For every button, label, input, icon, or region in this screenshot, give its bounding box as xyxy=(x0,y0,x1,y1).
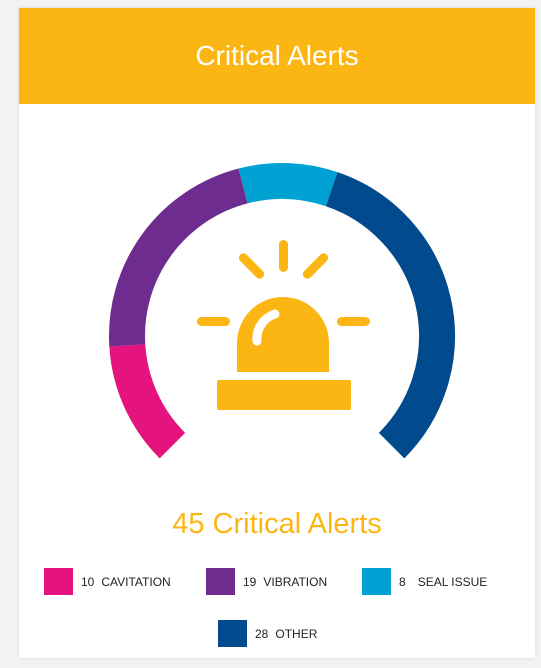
siren-dome xyxy=(237,297,329,372)
legend-label-other: OTHER xyxy=(275,626,318,641)
legend-item-cavitation: 10 CAVITATION xyxy=(44,568,171,595)
legend-item-vibration: 19 VIBRATION xyxy=(206,568,327,595)
alarm-siren-icon xyxy=(197,240,370,410)
legend-item-other: 28 OTHER xyxy=(218,620,317,647)
legend-swatch-vibration xyxy=(206,568,235,595)
legend-label-seal-issue: SEAL ISSUE xyxy=(417,574,488,589)
alerts-gauge xyxy=(109,163,455,459)
legend-count-other: 28 xyxy=(255,626,269,641)
legend-swatch-other xyxy=(218,620,247,647)
critical-alerts-card: Critical Alerts 45 Critical Alerts 10 CA… xyxy=(19,8,535,658)
siren-base xyxy=(217,380,351,410)
gauge-segment-cavitation xyxy=(109,343,186,459)
legend-count-seal-issue: 8 xyxy=(399,574,406,589)
siren-ray-top xyxy=(279,240,288,272)
legend-item-seal-issue: 8 SEAL ISSUE xyxy=(362,568,487,595)
siren-ray-far-left xyxy=(197,317,230,326)
legend-label-vibration: VIBRATION xyxy=(263,574,328,589)
legend-count-cavitation: 10 xyxy=(81,574,95,589)
gauge-segment-seal-issue xyxy=(238,163,338,207)
siren-ray-left xyxy=(238,253,265,279)
legend-label-cavitation: CAVITATION xyxy=(101,574,171,589)
legend-swatch-cavitation xyxy=(44,568,73,595)
legend-count-vibration: 19 xyxy=(243,574,257,589)
siren-ray-right xyxy=(302,253,329,279)
total-alerts-label: 45 Critical Alerts xyxy=(172,508,382,540)
legend-swatch-seal-issue xyxy=(362,568,391,595)
siren-ray-far-right xyxy=(337,317,370,326)
